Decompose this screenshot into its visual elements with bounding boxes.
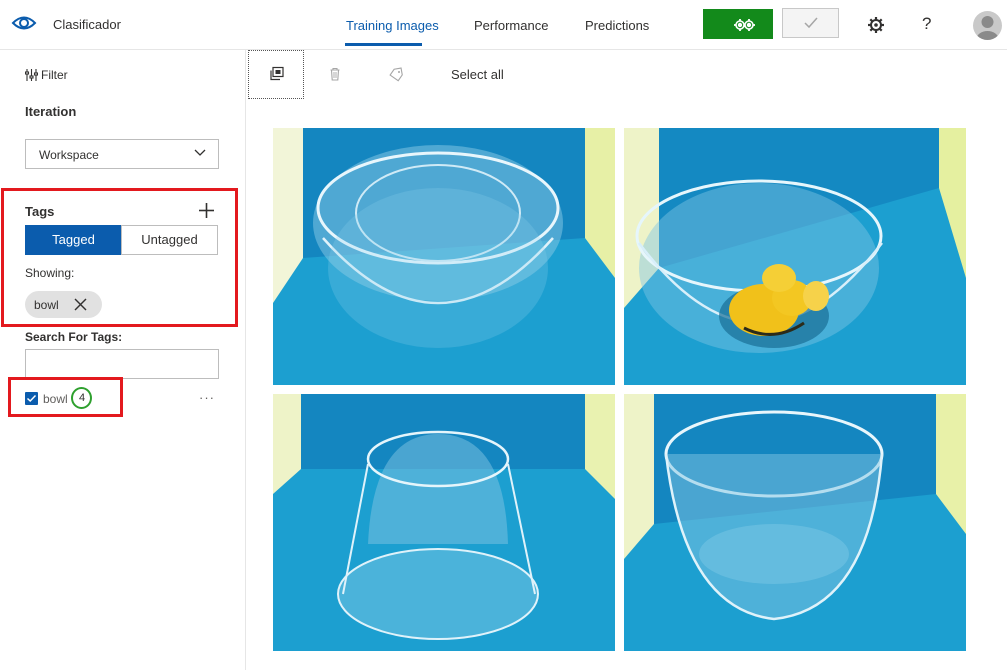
iteration-dropdown[interactable]: Workspace: [25, 139, 219, 169]
top-bar: Clasificador Training Images Performance…: [0, 0, 1007, 50]
bowl-photo-image: [624, 128, 966, 385]
training-image-3[interactable]: [273, 394, 615, 651]
tag-checkbox[interactable]: [25, 392, 38, 405]
iteration-label: Iteration: [25, 104, 77, 119]
close-icon[interactable]: [74, 298, 87, 311]
checkmark-icon: [804, 17, 818, 29]
showing-tag-chip: bowl: [25, 291, 102, 318]
copy-icon[interactable]: [269, 66, 285, 82]
showing-label: Showing:: [25, 266, 75, 280]
tag-icon[interactable]: [388, 66, 404, 82]
tag-item-count: 4: [79, 392, 86, 404]
chip-label: bowl: [34, 298, 59, 312]
bowl-photo-image: [624, 394, 966, 651]
bowl-photo-image: [273, 128, 615, 385]
tab-performance[interactable]: Performance: [474, 18, 548, 33]
active-tab-indicator: [345, 43, 422, 46]
search-tags-input[interactable]: [25, 349, 219, 379]
tag-more-options-button[interactable]: ···: [199, 390, 215, 405]
select-all-button[interactable]: Select all: [451, 67, 504, 82]
gear-icon[interactable]: [866, 15, 886, 35]
training-image-4[interactable]: [624, 394, 966, 651]
checkmark-icon: [26, 394, 37, 403]
trash-icon[interactable]: [327, 66, 343, 82]
user-avatar-icon[interactable]: [973, 11, 1002, 40]
filter-button[interactable]: Filter: [24, 68, 68, 82]
filter-icon: [24, 69, 39, 81]
gears-icon: [734, 19, 755, 31]
help-icon[interactable]: ?: [922, 14, 931, 34]
iteration-value: Workspace: [39, 148, 99, 162]
filter-label: Filter: [41, 68, 68, 82]
training-image-2[interactable]: [624, 128, 966, 385]
train-button[interactable]: [703, 9, 773, 39]
bowl-photo-image: [273, 394, 615, 651]
app-title[interactable]: Clasificador: [53, 17, 121, 32]
training-image-1[interactable]: [273, 128, 615, 385]
tag-item-name[interactable]: bowl: [43, 392, 68, 406]
chevron-down-icon: [194, 149, 206, 156]
untagged-toggle[interactable]: Untagged: [121, 225, 218, 255]
tab-predictions[interactable]: Predictions: [585, 18, 649, 33]
tagged-toggle[interactable]: Tagged: [25, 225, 122, 255]
add-tag-icon[interactable]: [198, 202, 215, 219]
tags-heading: Tags: [25, 204, 55, 219]
search-tags-label: Search For Tags:: [25, 330, 123, 344]
quick-test-button[interactable]: [782, 8, 839, 38]
tab-training-images[interactable]: Training Images: [346, 18, 439, 33]
eye-icon: [11, 16, 37, 30]
